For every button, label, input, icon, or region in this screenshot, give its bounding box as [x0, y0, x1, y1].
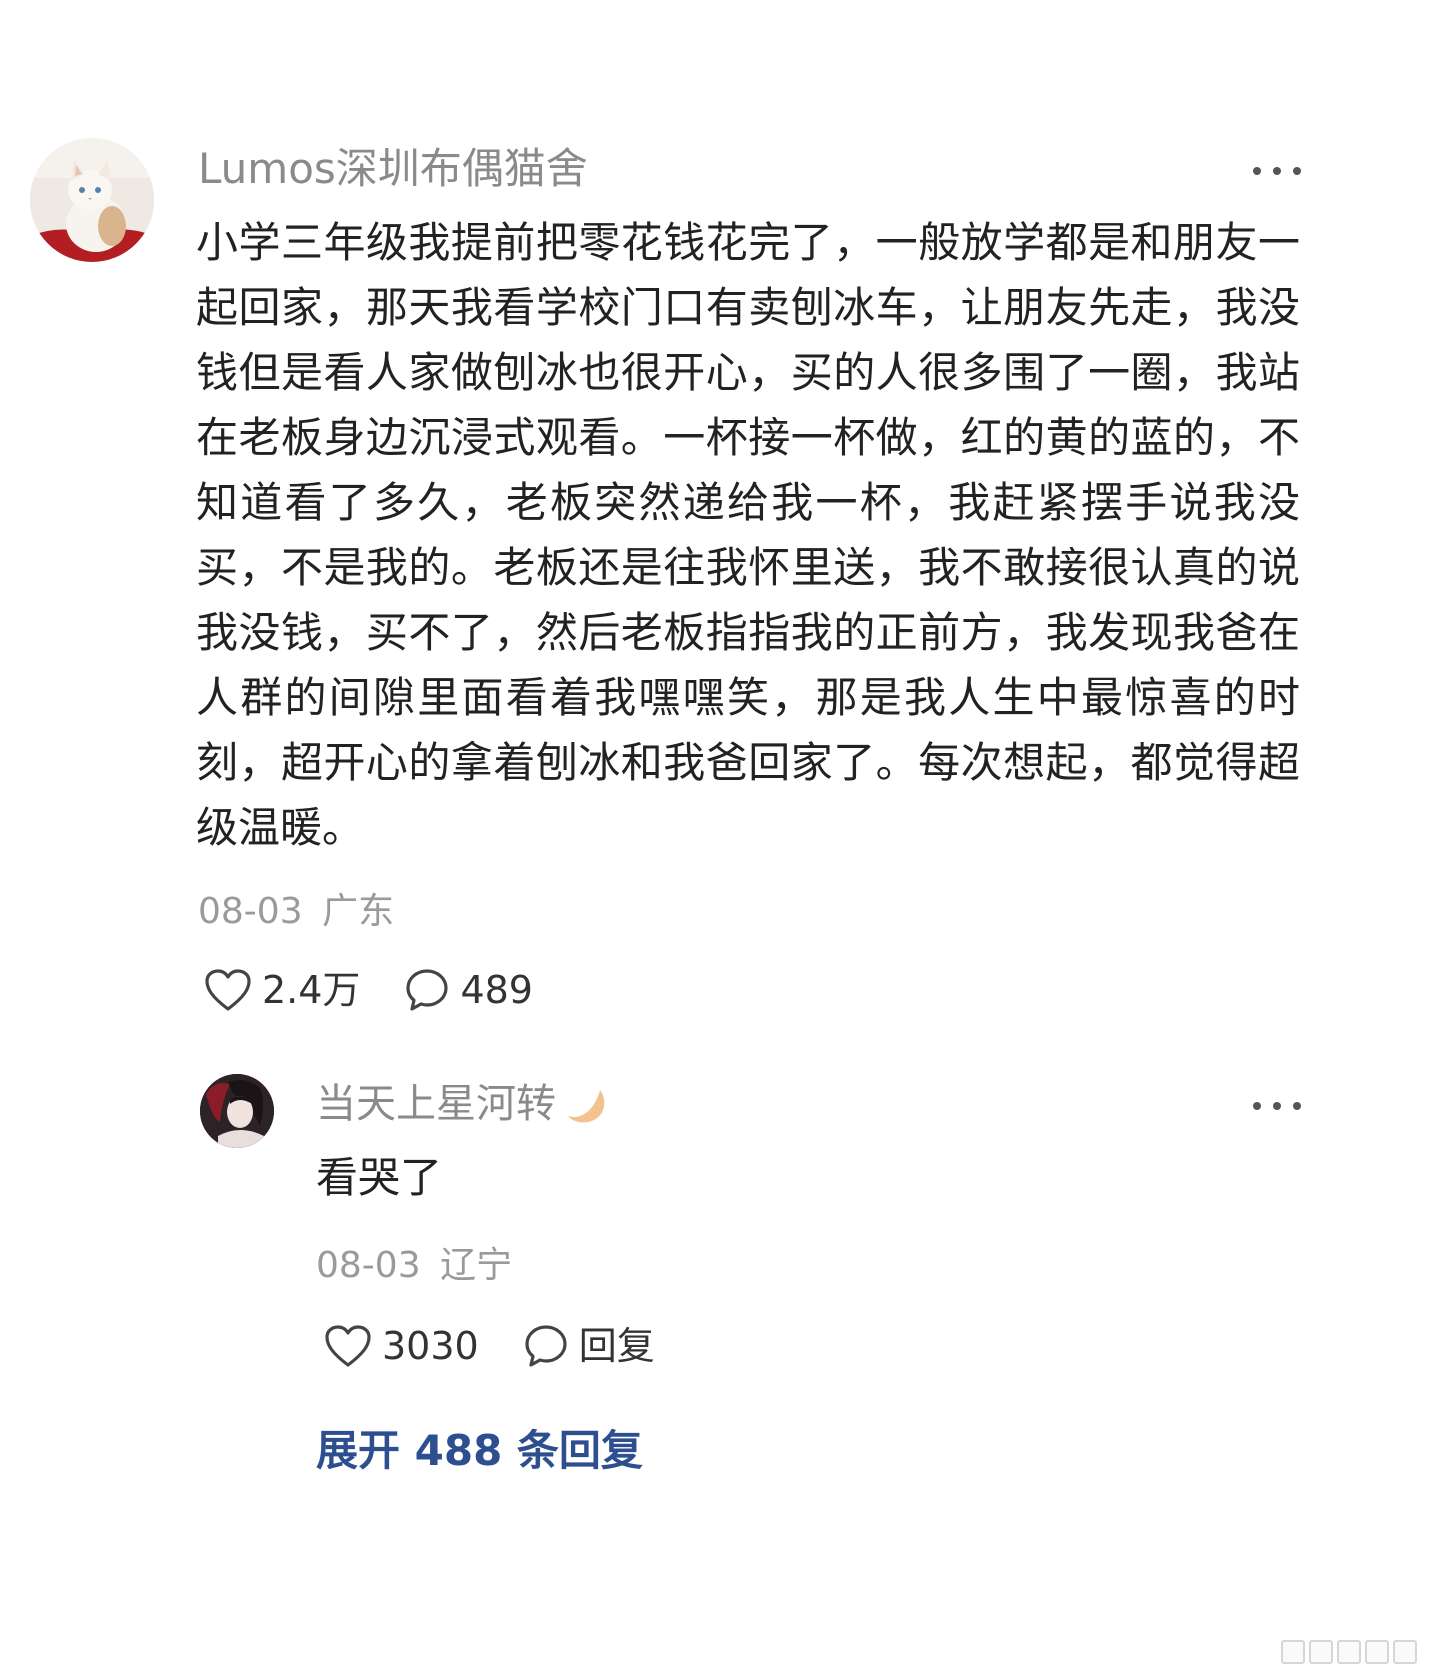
comment-bubble-icon — [406, 969, 449, 1011]
reply-like-button[interactable]: 3030 — [324, 1320, 479, 1372]
reply-more-button[interactable] — [1253, 1096, 1301, 1116]
main-comment-avatar[interactable] — [30, 138, 154, 262]
main-comment-like-count: 2.4万 — [262, 968, 361, 1012]
watermark-square — [1365, 1640, 1389, 1664]
more-dot — [1273, 1102, 1281, 1110]
main-comment-meta: 08-03 广东 — [198, 888, 394, 936]
more-dot — [1253, 167, 1261, 175]
user-avatar-image — [200, 1074, 274, 1148]
reply-like-count: 3030 — [382, 1324, 479, 1368]
more-dot — [1293, 167, 1301, 175]
reply-avatar[interactable] — [200, 1074, 274, 1148]
comment-bubble-icon — [525, 1325, 567, 1367]
reply-username[interactable]: 当天上星河转 — [316, 1079, 556, 1129]
watermark-square — [1309, 1640, 1333, 1664]
reply-text: 看哭了 — [316, 1153, 443, 1202]
main-comment-more-button[interactable] — [1253, 161, 1301, 181]
more-dot — [1253, 1102, 1261, 1110]
main-comment-actions: 2.4万 489 — [204, 964, 533, 1016]
main-comment-comment-count: 489 — [460, 968, 533, 1012]
reply-reply-label: 回复 — [578, 1324, 655, 1368]
reply-location: 辽宁 — [440, 1245, 513, 1286]
heart-icon — [325, 1325, 371, 1367]
main-comment-date: 08-03 — [198, 891, 303, 932]
expand-replies-link[interactable]: 展开 488 条回复 — [316, 1422, 643, 1480]
main-comment-like-button[interactable]: 2.4万 — [204, 964, 360, 1016]
watermark-marks — [1281, 1640, 1417, 1664]
watermark-square — [1337, 1640, 1361, 1664]
main-comment-text: 小学三年级我提前把零花钱花完了，一般放学都是和朋友一起回家，那天我看学校门口有卖… — [196, 218, 1300, 852]
reply-actions: 3030 回复 — [324, 1320, 655, 1372]
main-comment-username[interactable]: Lumos深圳布偶猫舍 — [198, 143, 588, 195]
more-dot — [1293, 1102, 1301, 1110]
more-dot — [1273, 167, 1281, 175]
cat-avatar-image — [30, 138, 154, 262]
main-comment-comment-button[interactable]: 489 — [404, 964, 533, 1016]
reply-username-row: 当天上星河转 — [316, 1079, 608, 1129]
main-comment-location: 广东 — [322, 891, 395, 932]
reply-meta: 08-03 辽宁 — [316, 1242, 512, 1290]
watermark-square — [1281, 1640, 1305, 1664]
watermark-square — [1393, 1640, 1417, 1664]
reply-date: 08-03 — [316, 1245, 421, 1286]
reply-reply-button[interactable]: 回复 — [523, 1320, 655, 1372]
heart-icon — [205, 969, 251, 1011]
crescent-moon-icon — [568, 1090, 605, 1123]
